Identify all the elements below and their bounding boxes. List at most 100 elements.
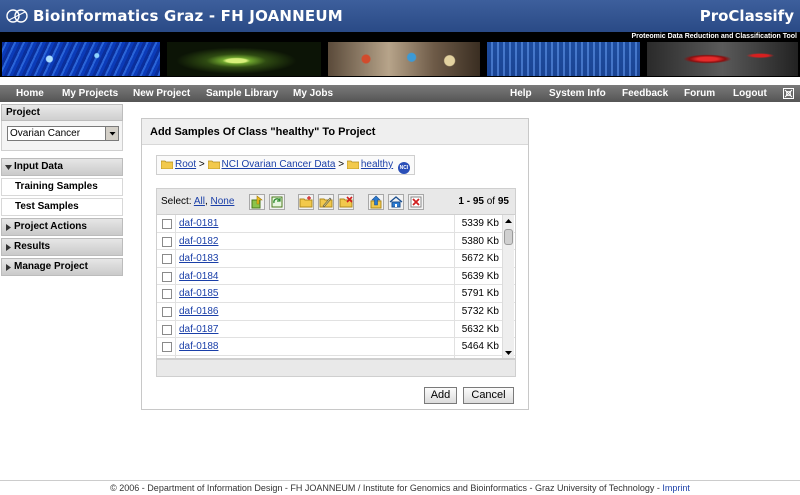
imprint-link[interactable]: Imprint (662, 483, 690, 493)
image-banner (0, 41, 800, 77)
page-footer: © 2006 - Department of Information Desig… (0, 483, 800, 493)
scroll-up-icon[interactable] (504, 217, 513, 225)
table-row: daf-0182 5380 Kb (157, 233, 515, 251)
breadcrumb-root[interactable]: Root (175, 159, 196, 170)
collapsed-triangle-icon (6, 224, 11, 231)
delete-folder-icon[interactable] (338, 194, 354, 210)
list-toolbar: Select: All, None 1 - 95 of 95 (156, 188, 516, 215)
breadcrumb-dataset[interactable]: NCI Ovarian Cancer Data (222, 159, 336, 170)
table-row: daf-0181 5339 Kb (157, 215, 515, 233)
home-icon[interactable] (388, 194, 404, 210)
sample-size: 5732 Kb (461, 305, 499, 317)
edit-icon[interactable] (318, 194, 334, 210)
import-icon[interactable] (249, 194, 265, 210)
scroll-thumb[interactable] (504, 229, 513, 245)
upload-icon[interactable] (368, 194, 384, 210)
nav-sample-library[interactable]: Sample Library (206, 85, 278, 102)
nav-system-info[interactable]: System Info (549, 85, 606, 102)
new-folder-icon[interactable] (298, 194, 314, 210)
project-heading: Project (1, 104, 123, 121)
add-samples-panel: Add Samples Of Class "healthy" To Projec… (141, 118, 529, 410)
site-logo-icon (6, 9, 28, 23)
row-checkbox[interactable] (162, 342, 172, 353)
count-range: 1 - 95 (458, 196, 484, 207)
refresh-icon[interactable] (269, 194, 285, 210)
sample-size: 5639 Kb (461, 270, 499, 282)
sidebar-section-manage-project[interactable]: Manage Project (1, 258, 123, 276)
sample-size: 5339 Kb (461, 218, 499, 229)
table-row: daf-0188 5464 Kb (157, 338, 515, 356)
breadcrumb-class[interactable]: healthy (361, 159, 393, 170)
nav-my-jobs[interactable]: My Jobs (293, 85, 333, 102)
sample-link[interactable]: daf-0182 (179, 236, 218, 247)
scroll-down-icon[interactable] (504, 349, 513, 357)
row-checkbox[interactable] (162, 289, 172, 300)
sidebar-section-results[interactable]: Results (1, 238, 123, 256)
banner-image-lab-tubes (328, 42, 480, 76)
sidebar-section-label: Manage Project (14, 261, 88, 272)
select-none-link[interactable]: None (211, 196, 235, 207)
expanded-triangle-icon (5, 165, 12, 170)
sample-link[interactable]: daf-0184 (179, 271, 218, 282)
select-separator: , (204, 196, 208, 207)
folder-icon (207, 160, 220, 169)
banner-image-circuit (487, 42, 640, 76)
sidebar-item-test-samples[interactable]: Test Samples (1, 198, 123, 216)
sample-link[interactable]: daf-0186 (179, 306, 218, 317)
banner-image-fiber-optics (2, 42, 160, 76)
pagination-count: 1 - 95 of 95 (458, 196, 509, 207)
banner-image-protein (647, 42, 798, 76)
list-scrollbar[interactable] (502, 215, 514, 358)
footer-divider (0, 480, 800, 481)
list-footer (156, 359, 516, 377)
sample-link[interactable]: daf-0181 (179, 218, 218, 229)
table-row: daf-0184 5639 Kb (157, 268, 515, 286)
row-checkbox[interactable] (162, 254, 172, 265)
top-header: Bioinformatics Graz - FH JOANNEUM ProCla… (0, 0, 800, 32)
sample-size: 5672 Kb (461, 253, 499, 265)
sample-link[interactable]: daf-0188 (179, 341, 218, 352)
sample-link[interactable]: daf-0185 (179, 288, 218, 299)
sample-link[interactable]: daf-0187 (179, 324, 218, 335)
app-subtitle: Proteomic Data Reduction and Classificat… (631, 33, 797, 40)
banner-image-glassware (167, 42, 321, 76)
sidebar-section-project-actions[interactable]: Project Actions (1, 218, 123, 236)
nav-logout[interactable]: Logout (733, 85, 767, 102)
nav-new-project[interactable]: New Project (133, 85, 190, 102)
nav-forum[interactable]: Forum (684, 85, 715, 102)
row-checkbox[interactable] (162, 219, 172, 229)
project-select-value: Ovarian Cancer (10, 128, 81, 139)
folder-icon (346, 160, 359, 169)
app-title: ProClassify (699, 7, 794, 25)
sidebar-section-label: Project Actions (14, 221, 87, 232)
sample-size: 5632 Kb (461, 323, 499, 335)
select-controls: Select: All, None (161, 196, 234, 207)
site-title[interactable]: Bioinformatics Graz - FH JOANNEUM (33, 7, 343, 25)
table-row: daf-0183 5672 Kb (157, 250, 515, 268)
delete-icon[interactable] (408, 194, 424, 210)
breadcrumb-separator: > (338, 159, 345, 170)
row-checkbox[interactable] (162, 236, 172, 247)
table-row: daf-0187 5632 Kb (157, 321, 515, 339)
row-checkbox[interactable] (162, 271, 172, 282)
row-checkbox[interactable] (162, 324, 172, 335)
nav-my-projects[interactable]: My Projects (62, 85, 118, 102)
cancel-button[interactable]: Cancel (463, 387, 514, 404)
sidebar-section-input-data[interactable]: Input Data (1, 158, 123, 176)
select-label: Select: (161, 196, 192, 207)
chevron-down-icon[interactable] (105, 127, 118, 140)
collapse-header-icon[interactable] (783, 88, 794, 99)
sidebar-item-training-samples[interactable]: Training Samples (1, 178, 123, 196)
project-select[interactable]: Ovarian Cancer (7, 126, 119, 141)
select-all-link[interactable]: All (194, 196, 205, 207)
nav-home[interactable]: Home (16, 85, 44, 102)
main-nav: Home My Projects New Project Sample Libr… (0, 85, 800, 102)
add-button[interactable]: Add (424, 387, 457, 404)
nci-badge-icon: NCI (397, 162, 410, 174)
sample-size: 5464 Kb (461, 341, 499, 353)
nav-help[interactable]: Help (510, 85, 532, 102)
nav-feedback[interactable]: Feedback (622, 85, 668, 102)
count-total: 95 (497, 196, 509, 207)
sample-link[interactable]: daf-0183 (179, 253, 218, 264)
row-checkbox[interactable] (162, 306, 172, 317)
